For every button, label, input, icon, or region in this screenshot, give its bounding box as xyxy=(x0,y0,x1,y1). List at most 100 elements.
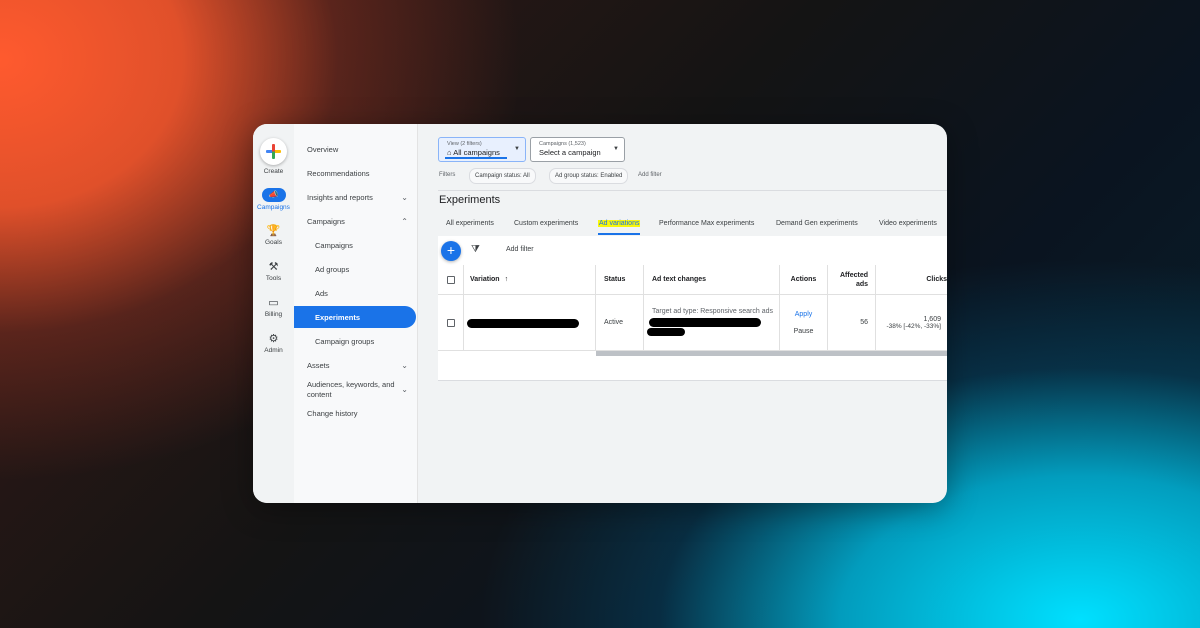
tab-video-experiments[interactable]: Video experiments xyxy=(879,217,937,235)
rail-item-tools[interactable]: ⚒ Tools xyxy=(253,261,294,282)
filter-chip-campaign-status[interactable]: Campaign status: All xyxy=(469,168,536,184)
nav-label: Ad groups xyxy=(315,264,350,274)
sort-arrow-up-icon: ↑ xyxy=(504,276,509,283)
tab-all-experiments[interactable]: All experiments xyxy=(446,217,494,235)
row-select-cell xyxy=(438,295,464,351)
select-all-cell xyxy=(438,265,464,295)
nav-subitem-campaign-groups[interactable]: Campaign groups xyxy=(294,330,418,352)
redacted-variation-name xyxy=(467,319,579,328)
rail-item-billing[interactable]: ▭ Billing xyxy=(253,297,294,318)
status-cell: Active xyxy=(596,295,644,351)
clicks-value: 1,609 xyxy=(923,315,941,323)
redacted-ad-text xyxy=(649,318,761,327)
tab-custom-experiments[interactable]: Custom experiments xyxy=(514,217,578,235)
create-label: Create xyxy=(263,168,284,175)
view-filter-count: View (2 filters) xyxy=(447,141,482,147)
campaign-value: Select a campaign xyxy=(539,148,601,157)
column-label: Actions xyxy=(790,276,817,283)
tab-ad-variations[interactable]: Ad variations xyxy=(598,217,641,235)
filter-bar: Filters Campaign status: All Ad group st… xyxy=(439,168,947,184)
apply-link[interactable]: Apply xyxy=(795,311,813,318)
rail-item-label: Tools xyxy=(265,275,282,282)
add-experiment-button[interactable]: + xyxy=(441,241,461,261)
tab-label: Performance Max experiments xyxy=(659,220,755,227)
column-actions[interactable]: Actions xyxy=(780,265,828,295)
side-nav: Overview Recommendations Insights and re… xyxy=(294,124,418,503)
chevron-down-icon: ⌄ xyxy=(401,385,408,394)
rail-item-goals[interactable]: 🏆 Goals xyxy=(253,225,294,246)
affected-ads-cell: 56 xyxy=(828,295,876,351)
nav-subitem-campaigns[interactable]: Campaigns xyxy=(294,234,418,256)
redacted-ad-text xyxy=(647,328,685,336)
column-status[interactable]: Status xyxy=(596,265,644,295)
nav-label: Assets xyxy=(307,360,330,370)
nav-item-insights[interactable]: Insights and reports ⌄ xyxy=(294,186,418,208)
nav-item-campaigns[interactable]: Campaigns ⌃ xyxy=(294,210,418,232)
column-label: Variation xyxy=(470,276,500,283)
chevron-down-icon: ⌄ xyxy=(401,360,408,370)
column-label: Status xyxy=(604,276,626,283)
chevron-down-icon: ⌄ xyxy=(401,192,408,202)
view-selector[interactable]: View (2 filters) ⌂ All campaigns ▼ xyxy=(438,137,526,162)
column-clicks[interactable]: Clicks xyxy=(876,265,947,295)
nav-item-recommendations[interactable]: Recommendations xyxy=(294,162,418,184)
view-value-text: All campaigns xyxy=(453,148,500,157)
campaign-selector[interactable]: Campaigns (1,523) Select a campaign ▼ xyxy=(530,137,625,162)
variation-cell[interactable] xyxy=(464,295,596,351)
table-toolbar: + ⧩ Add filter xyxy=(438,236,947,266)
tab-performance-max-experiments[interactable]: Performance Max experiments xyxy=(659,217,754,235)
rail-item-label: Goals xyxy=(265,239,282,246)
row-checkbox[interactable] xyxy=(446,318,455,327)
nav-item-audiences[interactable]: Audiences, keywords, and content ⌄ xyxy=(294,377,418,403)
column-ad-text-changes[interactable]: Ad text changes xyxy=(644,265,780,295)
nav-label: Campaigns xyxy=(315,240,353,250)
add-filter-link[interactable]: Add filter xyxy=(638,168,662,182)
nav-subitem-experiments[interactable]: Experiments xyxy=(294,306,416,328)
nav-label: Recommendations xyxy=(307,168,370,178)
column-affected-ads[interactable]: Affected ads xyxy=(828,265,876,295)
dropdown-arrow-icon: ▼ xyxy=(613,146,619,152)
main-content: View (2 filters) ⌂ All campaigns ▼ Campa… xyxy=(418,124,947,503)
select-all-checkbox[interactable] xyxy=(446,275,455,284)
add-filter-button[interactable]: Add filter xyxy=(506,246,534,253)
status-text: Active xyxy=(604,319,624,326)
create-button[interactable]: Create xyxy=(253,138,294,175)
nav-item-overview[interactable]: Overview xyxy=(294,138,418,160)
ad-text-cell: Target ad type: Responsive search ads xyxy=(644,295,780,351)
nav-subitem-ad-groups[interactable]: Ad groups xyxy=(294,258,418,280)
tab-demand-gen-experiments[interactable]: Demand Gen experiments xyxy=(776,217,858,235)
filter-funnel-icon[interactable]: ⧩ xyxy=(471,244,480,255)
trophy-icon: 🏆 xyxy=(266,225,281,237)
nav-label: Ads xyxy=(315,288,328,298)
tab-label: Demand Gen experiments xyxy=(776,220,858,227)
filter-chip-ad-group-status[interactable]: Ad group status: Enabled xyxy=(549,168,629,184)
affected-ads-value: 56 xyxy=(860,319,868,326)
rail-item-admin[interactable]: ⚙ Admin xyxy=(253,333,294,354)
rail-item-label: Admin xyxy=(264,347,283,354)
nav-subitem-ads[interactable]: Ads xyxy=(294,282,418,304)
rail-item-campaigns[interactable]: 📣 Campaigns xyxy=(253,188,294,211)
ad-type-text: Target ad type: Responsive search ads xyxy=(652,308,774,315)
tab-label: Video experiments xyxy=(879,220,937,227)
page-title: Experiments xyxy=(439,194,501,206)
tab-label: Ad variations xyxy=(598,220,641,227)
nav-label: Experiments xyxy=(315,312,361,322)
chevron-up-icon: ⌃ xyxy=(401,216,408,226)
tab-label: All experiments xyxy=(446,220,494,227)
plus-icon xyxy=(260,138,287,165)
clicks-change: -38% [-42%, -33%] xyxy=(886,322,941,330)
pause-link[interactable]: Pause xyxy=(794,328,814,335)
nav-label: Campaigns xyxy=(307,216,345,226)
nav-item-assets[interactable]: Assets ⌄ xyxy=(294,354,418,376)
nav-label: Insights and reports xyxy=(307,192,373,202)
column-variation[interactable]: Variation ↑ xyxy=(464,265,596,295)
app-window: Create 📣 Campaigns 🏆 Goals ⚒ Tools ▭ Bil… xyxy=(253,124,947,503)
horizontal-scrollbar[interactable] xyxy=(596,351,947,356)
column-label: Ad text changes xyxy=(652,276,707,283)
clicks-cell: 1,609 -38% [-42%, -33%] xyxy=(876,295,947,351)
column-label: Affected ads xyxy=(839,271,868,288)
tab-label: Custom experiments xyxy=(514,220,579,227)
experiment-tabs: All experiments Custom experiments Ad va… xyxy=(438,217,947,235)
nav-item-change-history[interactable]: Change history xyxy=(294,402,418,424)
rail-item-label: Campaigns xyxy=(257,204,290,211)
